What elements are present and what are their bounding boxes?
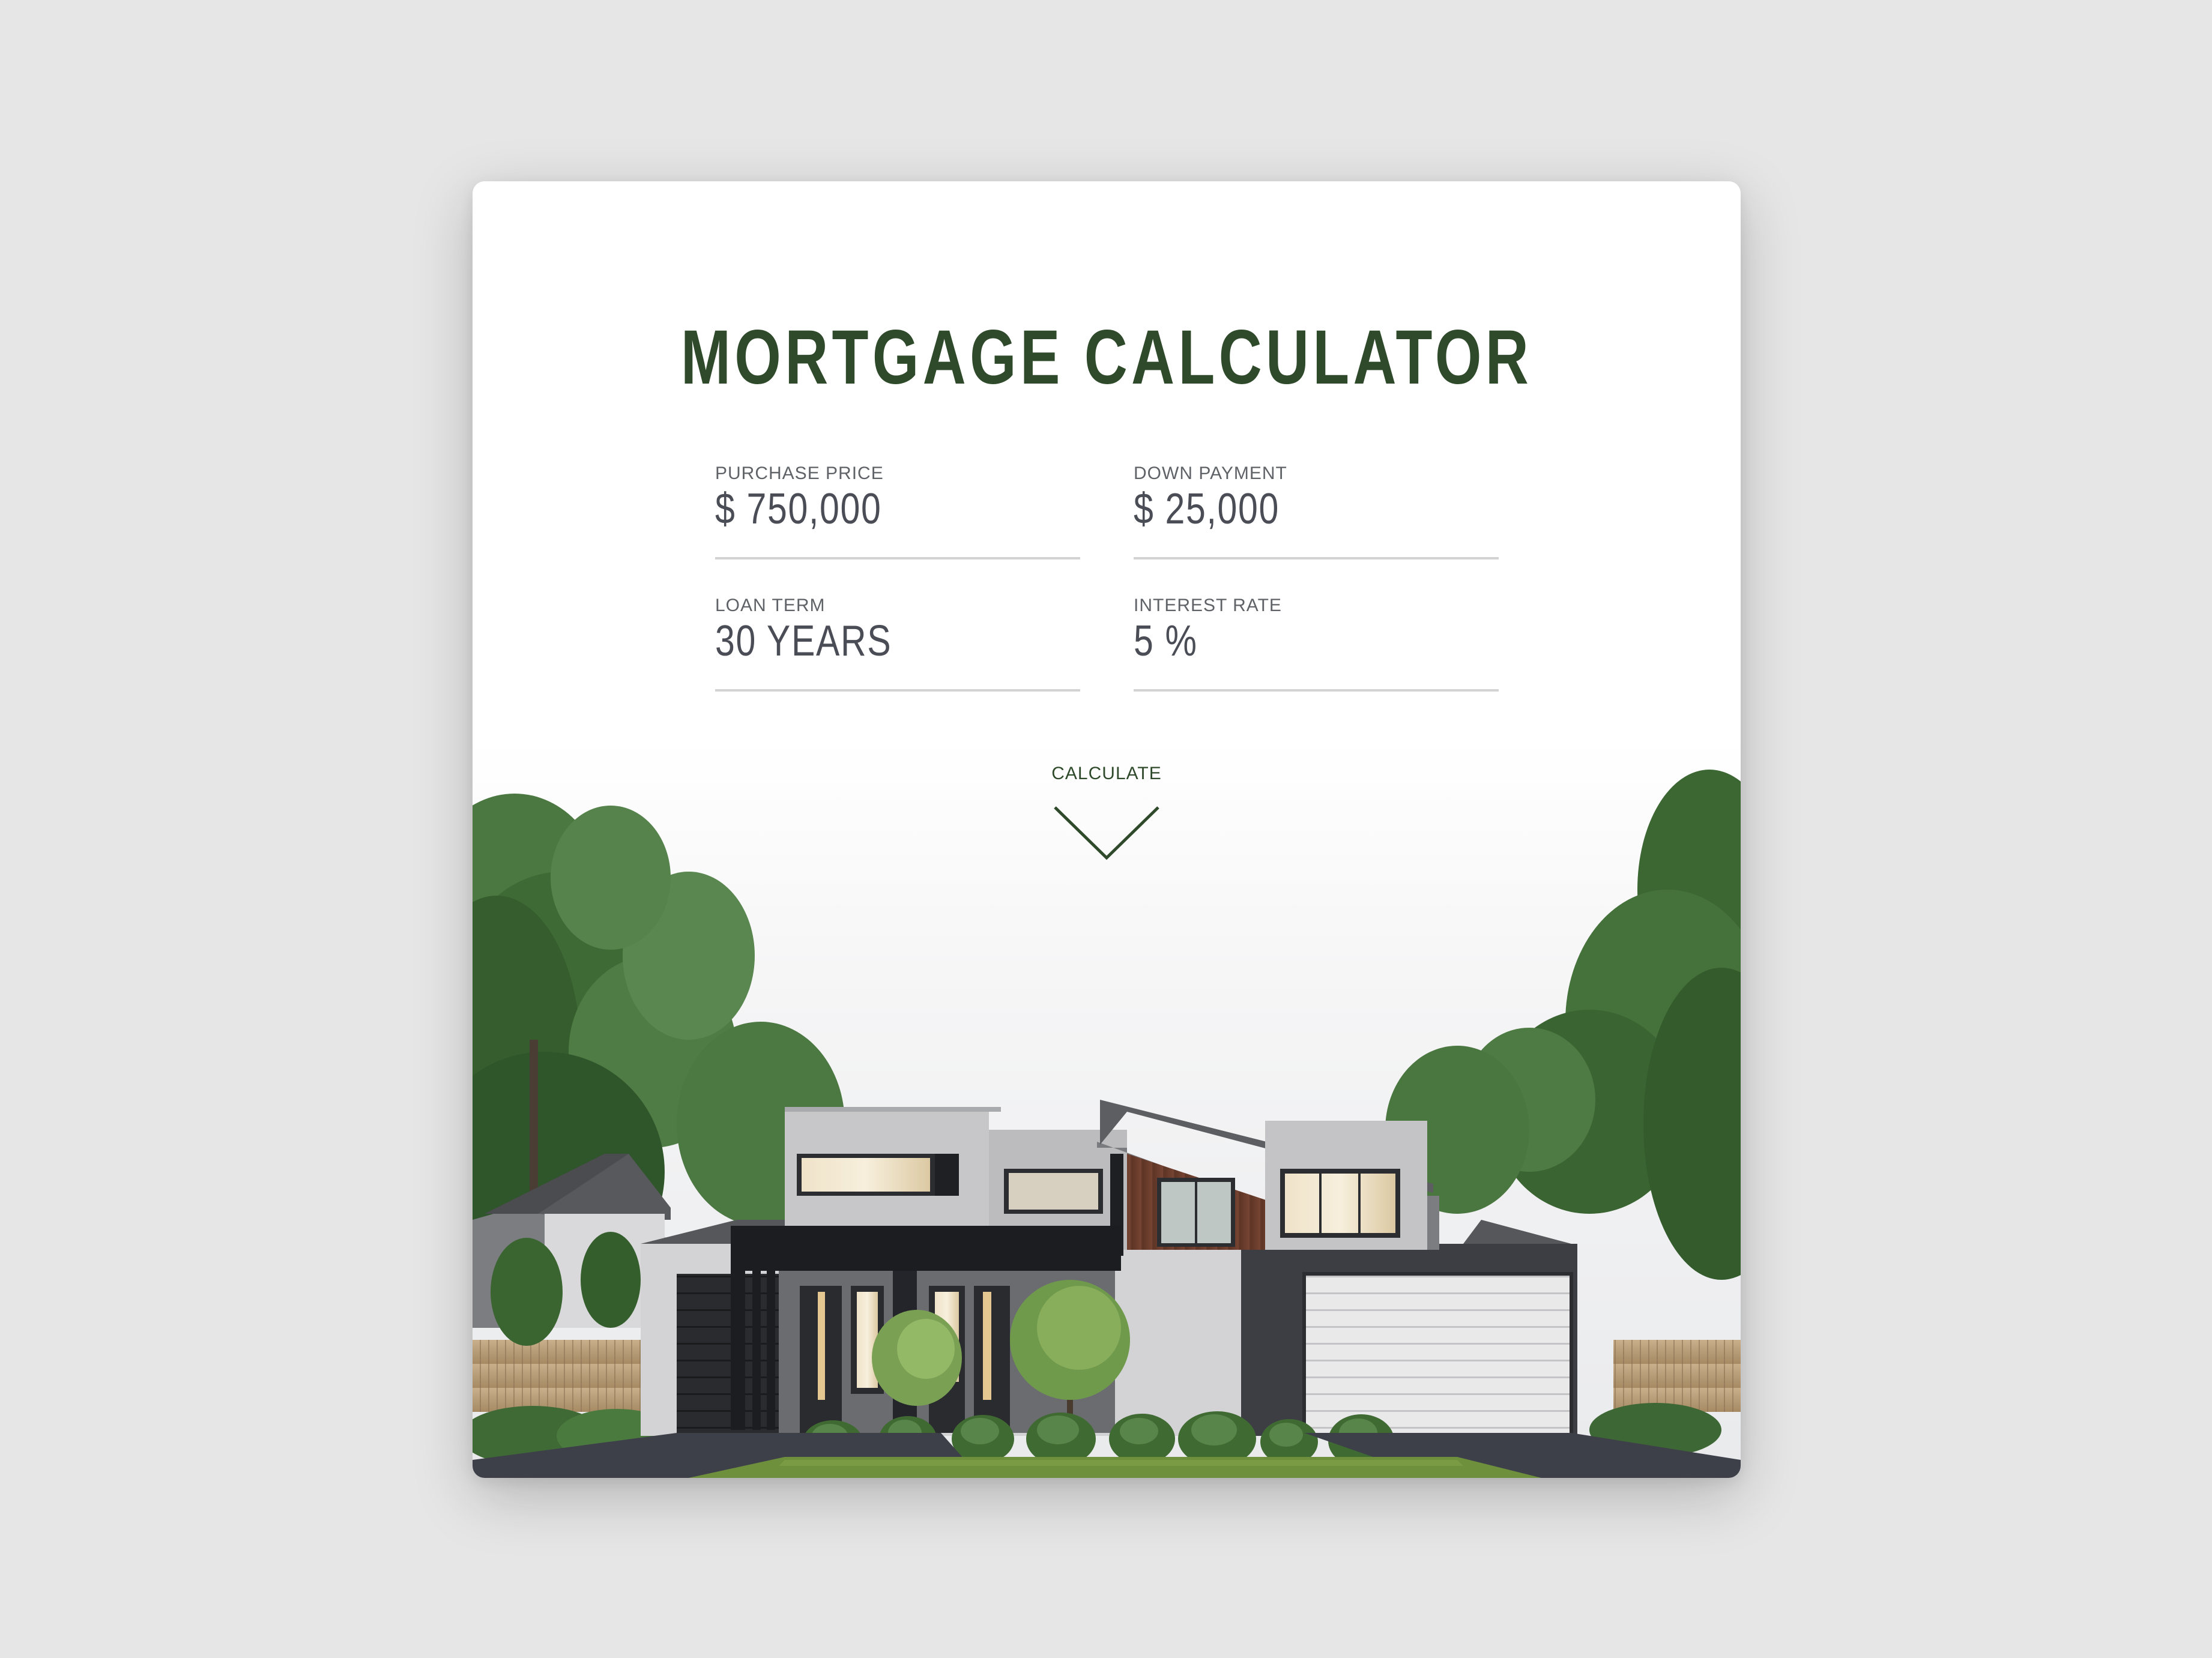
interest-rate-input[interactable]: 5 % (1134, 619, 1198, 663)
purchase-price-input[interactable]: $ 750,000 (715, 487, 881, 531)
loan-term-field[interactable]: LOAN TERM 30 YEARS (715, 595, 1080, 692)
down-payment-input[interactable]: $ 25,000 (1134, 487, 1280, 531)
loan-term-label: LOAN TERM (715, 595, 826, 615)
page-title: MORTGAGE CALCULATOR (680, 315, 1533, 400)
mortgage-calculator-card: MORTGAGE CALCULATOR PURCHASE PRICE $ 750… (473, 181, 1741, 1478)
interest-rate-label: INTEREST RATE (1134, 595, 1282, 615)
calculate-label: CALCULATE (1051, 764, 1162, 783)
purchase-price-label: PURCHASE PRICE (715, 463, 884, 483)
down-payment-field[interactable]: DOWN PAYMENT $ 25,000 (1134, 463, 1499, 559)
calculate-button[interactable]: CALCULATE (987, 764, 1227, 872)
chevron-down-icon[interactable] (1053, 806, 1160, 861)
interest-rate-field[interactable]: INTEREST RATE 5 % (1134, 595, 1499, 692)
purchase-price-field[interactable]: PURCHASE PRICE $ 750,000 (715, 463, 1080, 559)
down-payment-label: DOWN PAYMENT (1134, 463, 1287, 483)
loan-term-input[interactable]: 30 YEARS (715, 619, 892, 663)
